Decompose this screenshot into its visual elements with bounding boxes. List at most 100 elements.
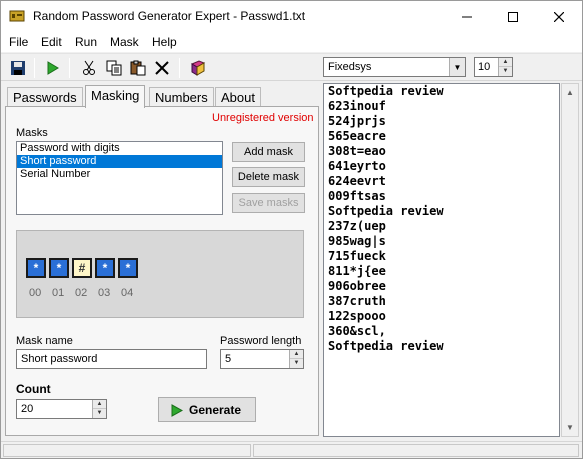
app-window: Random Password Generator Expert - Passw… (0, 0, 583, 459)
mask-index: 02 (75, 287, 88, 299)
window-title: Random Password Generator Expert - Passw… (33, 9, 306, 23)
paste-button[interactable] (127, 57, 149, 79)
mask-char-box[interactable]: # (72, 258, 92, 278)
minimize-icon (462, 16, 472, 17)
toolbar: Fixedsys ▼ 10 ▲ ▼ (1, 53, 582, 81)
minimize-button[interactable] (444, 1, 490, 32)
delete-mask-button[interactable]: Delete mask (232, 167, 305, 187)
output-line: 360&scl, (328, 324, 386, 338)
add-mask-button[interactable]: Add mask (232, 142, 305, 162)
font-size-value: 10 (478, 61, 491, 73)
list-item[interactable]: Password with digits (17, 142, 222, 155)
tab-numbers[interactable]: Numbers (149, 87, 214, 107)
output-line: Softpedia review (328, 339, 444, 353)
count-label: Count (16, 382, 51, 396)
tab-about[interactable]: About (215, 87, 261, 107)
spin-down-icon[interactable]: ▼ (499, 67, 512, 76)
font-select[interactable]: Fixedsys ▼ (323, 57, 466, 77)
app-key-icon (9, 10, 25, 22)
password-length-value: 5 (225, 353, 232, 365)
save-icon (11, 61, 25, 75)
mask-index: 04 (121, 287, 134, 299)
output-line: 624eevrt (328, 174, 386, 188)
mask-index: 00 (29, 287, 42, 299)
password-output-area[interactable]: Softpedia review 623inouf 524jprjs 565eacre… (323, 83, 560, 437)
output-line: 985wag|s (328, 234, 386, 248)
list-item[interactable]: Serial Number (17, 168, 222, 181)
mask-char-box[interactable]: * (26, 258, 46, 278)
output-line: 715fueck (328, 249, 386, 263)
maximize-button[interactable] (490, 1, 536, 32)
generate-button[interactable]: Generate (158, 397, 256, 422)
mask-name-field[interactable]: Short password (16, 349, 207, 369)
save-button[interactable] (7, 57, 29, 79)
output-line: Softpedia review (328, 84, 444, 98)
output-line: 387cruth (328, 294, 386, 308)
list-item[interactable]: Short password (17, 155, 222, 168)
book-button[interactable] (187, 57, 209, 79)
output-line: 308t=eao (328, 144, 386, 158)
spin-down-icon[interactable]: ▼ (93, 409, 106, 418)
tab-masking[interactable]: Masking (85, 85, 146, 108)
book-icon (190, 60, 206, 76)
scroll-up-icon[interactable]: ▲ (562, 84, 578, 101)
menu-run[interactable]: Run (75, 35, 97, 49)
mask-index: 03 (98, 287, 111, 299)
mask-name-label: Mask name (16, 335, 73, 347)
spin-up-icon[interactable]: ▲ (290, 350, 303, 359)
delete-button[interactable] (151, 57, 173, 79)
play-icon (171, 404, 183, 417)
masks-label: Masks (16, 127, 48, 139)
font-select-value: Fixedsys (328, 61, 372, 73)
status-pane (253, 444, 579, 457)
copy-button[interactable] (103, 57, 125, 79)
output-line: 641eyrto (328, 159, 386, 173)
spin-down-icon[interactable]: ▼ (290, 359, 303, 368)
output-line: Softpedia review (328, 204, 444, 218)
count-value: 20 (21, 403, 34, 415)
spin-up-icon[interactable]: ▲ (93, 400, 106, 409)
output-line: 811*j{ee (328, 264, 386, 278)
cut-icon (83, 60, 95, 75)
output-line: 524jprjs (328, 114, 386, 128)
password-length-stepper[interactable]: 5 ▲ ▼ (220, 349, 304, 369)
mask-preview: * * # * * 00 01 02 03 04 (16, 230, 304, 318)
scroll-down-icon[interactable]: ▼ (562, 419, 578, 436)
menu-help[interactable]: Help (152, 35, 177, 49)
tab-passwords[interactable]: Passwords (7, 87, 83, 107)
mask-char-box[interactable]: * (118, 258, 138, 278)
maximize-icon (508, 11, 518, 22)
output-line: 237z(uep (328, 219, 386, 233)
menu-edit[interactable]: Edit (41, 35, 62, 49)
unregistered-notice: Unregistered version (212, 112, 314, 124)
spin-up-icon[interactable]: ▲ (499, 58, 512, 67)
mask-char-box[interactable]: * (49, 258, 69, 278)
copy-icon (106, 60, 122, 76)
masks-listbox[interactable]: Password with digits Short password Seri… (16, 141, 223, 215)
output-line: 009ftsas (328, 189, 386, 203)
menu-mask[interactable]: Mask (110, 35, 139, 49)
menu-bar: File Edit Run Mask Help (1, 32, 582, 52)
title-bar: Random Password Generator Expert - Passw… (1, 1, 582, 32)
run-icon (47, 61, 59, 75)
output-line: 565eacre (328, 129, 386, 143)
cut-button[interactable] (78, 57, 100, 79)
mask-char-box[interactable]: * (95, 258, 115, 278)
generate-label: Generate (189, 403, 242, 417)
font-size-stepper[interactable]: 10 ▲ ▼ (474, 57, 513, 77)
save-masks-button[interactable]: Save masks (232, 193, 305, 213)
vertical-scrollbar[interactable]: ▲ ▼ (561, 83, 579, 437)
delete-icon (155, 61, 169, 75)
paste-icon (130, 60, 146, 76)
output-line: 122spooo (328, 309, 386, 323)
run-button[interactable] (41, 57, 63, 79)
count-stepper[interactable]: 20 ▲ ▼ (16, 399, 107, 419)
status-bar (1, 441, 582, 458)
output-line: 623inouf (328, 99, 386, 113)
status-pane (3, 444, 251, 457)
menu-file[interactable]: File (9, 35, 28, 49)
mask-name-value: Short password (21, 353, 98, 365)
chevron-down-icon[interactable]: ▼ (449, 58, 465, 76)
close-button[interactable] (536, 1, 582, 32)
mask-index: 01 (52, 287, 65, 299)
